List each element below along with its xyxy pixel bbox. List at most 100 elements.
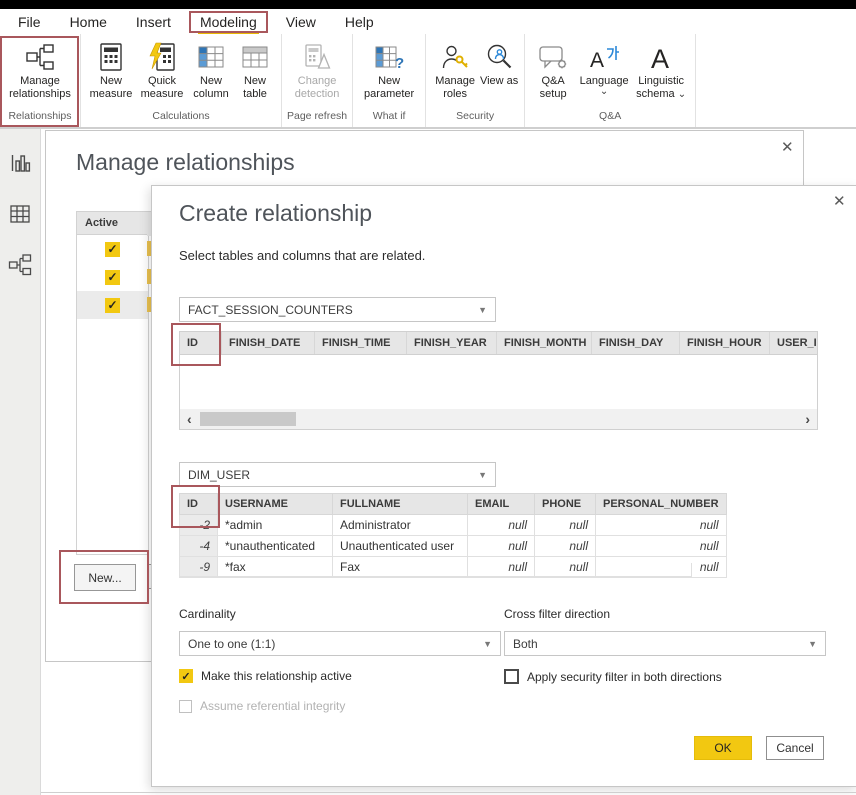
new-measure-button[interactable]: New measure [86,34,136,101]
relationship-row[interactable]: ✓ [77,263,148,291]
scrollbar-thumb[interactable] [200,412,296,426]
ribbon-group-relationships: Manage relationships Relationships [0,34,81,127]
button-label: Q&A setup [530,75,576,101]
button-label: Quick measure [136,75,188,101]
change-detection-icon [302,39,332,75]
column-header[interactable]: FINISH_YEAR [407,332,497,354]
cell-id: -4 [180,536,218,557]
checkbox-checked[interactable]: ✓ [179,669,193,683]
column-header-id[interactable]: ID [180,332,222,354]
ribbon-group-qa: Q&A setup A Language ⌄ A [525,34,696,127]
create-relationship-dialog: ✕ Create relationship Select tables and … [151,185,856,787]
cell-null: null [535,515,596,536]
report-view-icon[interactable] [9,153,31,175]
scroll-left-icon[interactable]: ‹ [180,410,199,428]
data-view-icon[interactable] [9,203,31,225]
linguistic-schema-button[interactable]: A Linguistic schema ⌄ [632,34,690,101]
column-header[interactable]: FULLNAME [333,494,468,515]
new-column-button[interactable]: New column [188,34,234,101]
svg-text:?: ? [395,55,404,72]
new-parameter-icon: ? [374,39,404,75]
new-table-button[interactable]: New table [234,34,276,101]
cell-id: -2 [180,515,218,536]
manage-dialog-title: Manage relationships [76,149,295,176]
column-header[interactable]: USERNAME [218,494,333,515]
menu-view[interactable]: View [286,14,316,30]
cross-filter-select[interactable]: Both ▼ [504,631,826,656]
column-header[interactable]: EMAIL [468,494,535,515]
cardinality-label: Cardinality [179,607,236,621]
button-label: Change detection [288,75,346,101]
menu-home[interactable]: Home [70,14,107,30]
svg-text:A: A [651,44,669,72]
active-checkbox-checked[interactable]: ✓ [105,270,120,285]
column-header[interactable]: FINISH_DATE [222,332,315,354]
button-label: Manage roles [431,75,479,101]
create-dialog-subtitle: Select tables and columns that are relat… [179,248,425,263]
view-as-icon [484,39,514,75]
column-header[interactable]: USER_ID [770,332,817,354]
linguistic-schema-icon: A [646,39,676,75]
table-row: -2 *admin Administrator null null null [180,515,727,536]
language-button[interactable]: A Language ⌄ [576,34,632,96]
menu-file[interactable]: File [18,14,41,30]
qa-setup-icon [538,39,568,75]
menu-modeling[interactable]: Modeling [189,11,268,33]
view-sidebar [0,129,41,795]
button-label: New parameter [358,75,420,101]
manage-relationships-icon [25,39,55,75]
dropdown-arrow-icon: ▼ [478,305,487,315]
table1-preview: ID FINISH_DATE FINISH_TIME FINISH_YEAR F… [179,331,818,430]
menu-help[interactable]: Help [345,14,374,30]
close-icon[interactable]: ✕ [833,194,846,209]
table2-select[interactable]: DIM_USER ▼ [179,462,496,487]
column-header[interactable]: FINISH_MONTH [497,332,592,354]
column-header-id[interactable]: ID [180,494,218,515]
ok-button[interactable]: OK [694,736,752,760]
menu-insert[interactable]: Insert [136,14,171,30]
scroll-right-icon[interactable]: › [798,410,817,428]
button-label: New table [234,75,276,101]
horizontal-scrollbar[interactable]: ‹ › [180,409,817,429]
cross-filter-value: Both [513,637,538,651]
qa-setup-button[interactable]: Q&A setup [530,34,576,101]
ribbon-group-page-refresh: Change detection Page refresh [282,34,353,127]
active-checkbox-checked[interactable]: ✓ [105,242,120,257]
menu-bar: File Home Insert Modeling View Help [0,9,856,34]
cell: Administrator [333,515,468,536]
table1-select[interactable]: FACT_SESSION_COUNTERS ▼ [179,297,496,322]
group-label-relationships: Relationships [5,108,75,127]
column-header[interactable]: PERSONAL_NUMBER [596,494,727,515]
cardinality-value: One to one (1:1) [188,637,275,651]
new-parameter-button[interactable]: ? New parameter [358,34,420,101]
active-checkbox-checked[interactable]: ✓ [105,298,120,313]
column-header[interactable]: PHONE [535,494,596,515]
close-icon[interactable]: ✕ [781,140,794,155]
manage-relationships-button[interactable]: Manage relationships [7,34,73,101]
table1-selected-value: FACT_SESSION_COUNTERS [188,303,353,317]
cell-null: null [535,536,596,557]
cross-filter-label: Cross filter direction [504,607,610,621]
option-label-disabled: Assume referential integrity [200,699,345,713]
quick-measure-button[interactable]: Quick measure [136,34,188,101]
cancel-button[interactable]: Cancel [766,736,824,760]
cell-null: null [468,536,535,557]
new-relationship-button[interactable]: New... [74,564,136,591]
column-header[interactable]: FINISH_TIME [315,332,407,354]
change-detection-button: Change detection [288,34,346,101]
group-label-page-refresh: Page refresh [287,108,347,127]
active-column-header[interactable]: Active [77,212,148,235]
manage-roles-icon [440,39,470,75]
checkbox-unchecked[interactable] [504,669,519,684]
column-header[interactable]: FINISH_DAY [592,332,680,354]
svg-text:A: A [590,49,604,72]
model-view-icon[interactable] [8,253,32,277]
manage-roles-button[interactable]: Manage roles [431,34,479,101]
cardinality-select[interactable]: One to one (1:1) ▼ [179,631,501,656]
dropdown-arrow-icon: ▼ [478,470,487,480]
relationship-row[interactable]: ✓ [77,235,148,263]
view-as-button[interactable]: View as [479,34,519,88]
column-header[interactable]: FINISH_HOUR [680,332,770,354]
relationship-row-selected[interactable]: ✓ [77,291,148,319]
quick-measure-icon [147,39,177,75]
